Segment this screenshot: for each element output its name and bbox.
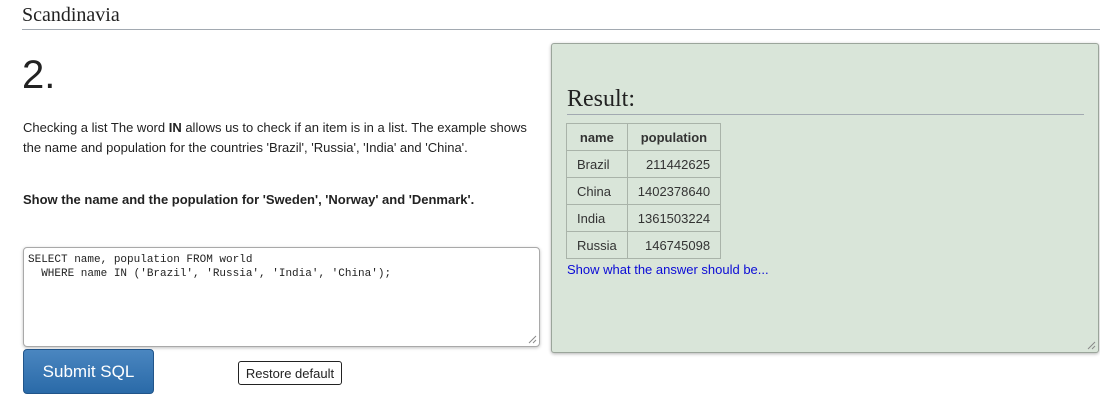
question-number: 2. [22,53,56,97]
cell-population: 1361503224 [626,204,722,232]
description-text-prefix: Checking a list The word [23,120,169,135]
table-row: India 1361503224 [566,204,722,232]
page-title: Scandinavia [22,4,120,26]
show-answer-link[interactable]: Show what the answer should be... [567,262,769,277]
cell-population: 1402378640 [626,177,722,205]
table-row: China 1402378640 [566,177,722,205]
column-header-population: population [626,123,722,151]
resize-grip-icon[interactable] [528,335,537,344]
table-header-row: name population [566,123,722,151]
table-row: Brazil 211442625 [566,150,722,178]
cell-population: 211442625 [626,150,722,178]
restore-default-button[interactable]: Restore default [238,361,342,385]
cell-population: 146745098 [626,231,722,259]
result-table: name population Brazil 211442625 China 1… [566,123,722,259]
result-title: Result: [567,84,1084,115]
result-panel: Result: name population Brazil 211442625… [551,43,1099,353]
cell-name: Russia [566,231,628,259]
question-task: Show the name and the population for 'Sw… [23,192,475,207]
cell-name: Brazil [566,150,628,178]
page-header: Scandinavia [22,4,1100,30]
panel-resize-grip-icon[interactable] [1087,341,1096,350]
sql-editor[interactable]: SELECT name, population FROM world WHERE… [23,247,540,347]
column-header-name: name [566,123,628,151]
cell-name: India [566,204,628,232]
description-keyword: IN [168,120,182,135]
sql-editor-text[interactable]: SELECT name, population FROM world WHERE… [28,254,391,280]
submit-sql-button[interactable]: Submit SQL [23,349,154,394]
table-row: Russia 146745098 [566,231,722,259]
question-description: Checking a list The word IN allows us to… [23,118,533,158]
cell-name: China [566,177,628,205]
